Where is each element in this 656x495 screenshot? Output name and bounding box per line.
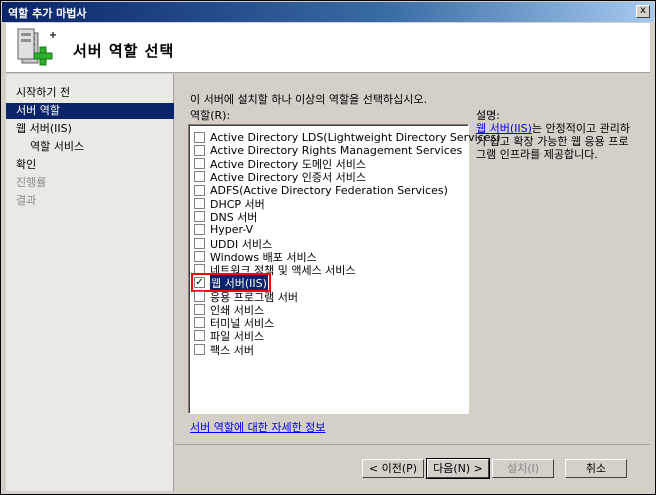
role-checkbox[interactable] xyxy=(194,264,205,275)
nav-item-results: 결과 xyxy=(16,194,37,207)
description-link[interactable]: 웹 서버(IIS) xyxy=(476,122,532,135)
role-checkbox[interactable] xyxy=(194,145,205,156)
role-checkbox[interactable] xyxy=(194,291,205,302)
role-item[interactable]: Active Directory LDS(Lightweight Directo… xyxy=(194,131,501,144)
page-title: 서버 역할 선택 xyxy=(73,42,175,60)
instruction-text: 이 서버에 설치할 하나 이상의 역할을 선택하십시오. xyxy=(190,93,427,106)
title-bar: 역할 추가 마법사 x xyxy=(2,2,654,22)
role-item[interactable]: 팩스 서버 xyxy=(194,343,254,357)
role-checkbox-checked[interactable]: ✓ xyxy=(194,277,205,288)
role-item[interactable]: DNS 서버 xyxy=(194,210,257,224)
next-button[interactable]: 다음(N) > xyxy=(426,458,490,479)
roles-label: 역할(R): xyxy=(190,109,231,122)
wizard-content: 이 서버에 설치할 하나 이상의 역할을 선택하십시오. 역할(R): Acti… xyxy=(175,74,650,491)
role-checkbox[interactable] xyxy=(194,132,205,143)
install-button: 설치(I) xyxy=(492,459,554,478)
nav-item-role-services[interactable]: 역할 서비스 xyxy=(6,139,174,155)
role-checkbox[interactable] xyxy=(194,330,205,341)
role-checkbox[interactable] xyxy=(194,158,205,169)
role-checkbox[interactable] xyxy=(194,211,205,222)
nav-item-progress: 진행률 xyxy=(16,176,47,189)
more-info-link[interactable]: 서버 역할에 대한 자세한 정보 xyxy=(190,419,325,435)
footer-divider xyxy=(175,444,650,445)
nav-item-confirmation[interactable]: 확인 xyxy=(6,157,174,173)
wizard-header: 서버 역할 선택 xyxy=(6,23,650,73)
window-title: 역할 추가 마법사 xyxy=(8,7,87,20)
nav-item-server-roles[interactable]: 서버 역할 xyxy=(6,103,174,119)
role-checkbox[interactable] xyxy=(194,317,205,328)
description-text: 웹 서버(IIS)는 안정적이고 관리하기 쉽고 확장 가능한 웹 응용 프로그… xyxy=(476,122,636,161)
role-checkbox[interactable] xyxy=(194,238,205,249)
role-checkbox[interactable] xyxy=(194,251,205,262)
close-button[interactable]: x xyxy=(636,5,650,18)
role-item[interactable]: Active Directory 인증서 서비스 xyxy=(194,170,366,184)
role-item[interactable]: 파일 서비스 xyxy=(194,329,264,343)
nav-item-before-you-begin[interactable]: 시작하기 전 xyxy=(6,85,174,101)
previous-button[interactable]: < 이전(P) xyxy=(362,459,424,478)
wizard-sidebar: 시작하기 전 서버 역할 웹 서버(IIS) 역할 서비스 확인 진행률 결과 xyxy=(6,74,174,491)
role-checkbox[interactable] xyxy=(194,304,205,315)
close-icon: x xyxy=(640,5,646,16)
nav-item-web-server[interactable]: 웹 서버(IIS) xyxy=(6,121,174,137)
wizard-window: 역할 추가 마법사 x 서버 역할 선택 시작하기 전 서버 역할 웹 서버(I… xyxy=(0,0,656,495)
description-label: 설명: xyxy=(476,109,500,122)
role-item-web-server[interactable]: ✓ 웹 서버(IIS) xyxy=(191,273,271,292)
role-checkbox[interactable] xyxy=(194,185,205,196)
server-role-add-icon xyxy=(17,28,56,66)
role-checkbox[interactable] xyxy=(194,224,205,235)
role-item[interactable]: Hyper-V xyxy=(194,223,253,236)
cancel-button[interactable]: 취소 xyxy=(565,459,627,478)
roles-list[interactable]: Active Directory LDS(Lightweight Directo… xyxy=(188,124,501,414)
role-checkbox[interactable] xyxy=(194,171,205,182)
role-checkbox[interactable] xyxy=(194,344,205,355)
role-checkbox[interactable] xyxy=(194,198,205,209)
